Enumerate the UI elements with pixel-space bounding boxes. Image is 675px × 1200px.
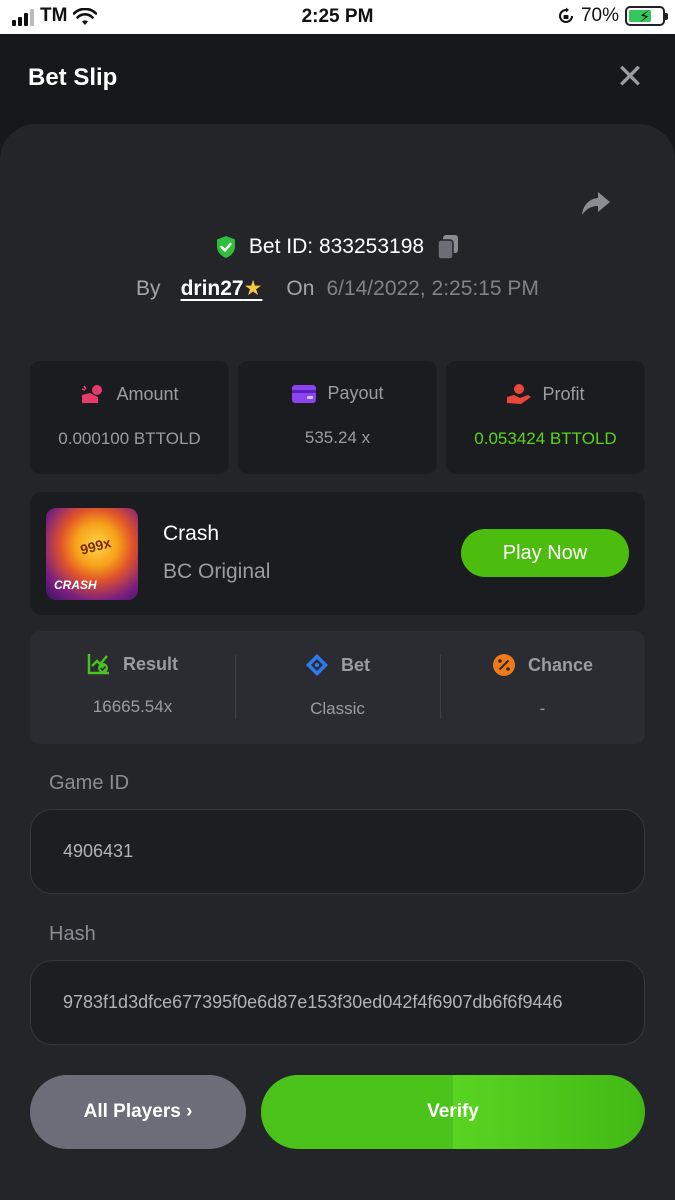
stat-amount: Amount 0.000100 BTTOLD [30, 361, 229, 474]
orientation-lock-icon [559, 7, 573, 23]
share-icon[interactable] [579, 186, 613, 220]
verify-button[interactable]: Verify [261, 1075, 645, 1149]
stat-amount-value: 0.000100 BTTOLD [58, 429, 201, 448]
detail-bet-value: Classic [310, 699, 365, 718]
play-now-button[interactable]: Play Now [461, 529, 629, 577]
stat-amount-label: Amount [30, 383, 229, 405]
charging-bolt-icon: ⚡ [639, 9, 651, 26]
shield-check-icon [216, 236, 235, 258]
all-players-label: All Players [83, 1101, 181, 1122]
profit-icon [507, 384, 532, 404]
page-title: Bet Slip [28, 64, 118, 91]
username-text: drin27 [180, 277, 244, 300]
detail-label-text: Chance [527, 654, 594, 675]
stat-profit-label: Profit [446, 383, 645, 405]
wallet-icon [292, 384, 317, 403]
status-bar: TM 2:25 PM 70% ⚡ [0, 0, 675, 34]
hash-label: Hash [49, 923, 96, 945]
copy-icon[interactable] [436, 234, 460, 260]
amount-icon [82, 385, 103, 403]
game-name: Crash [163, 522, 220, 545]
bet-details: Result 16665.54x Bet Classic Chance - [30, 631, 645, 744]
detail-result-value: 16665.54x [92, 697, 173, 716]
bet-id: Bet ID: 833253198 [248, 235, 425, 258]
stat-label-text: Payout [327, 383, 384, 403]
close-icon: ✕ [615, 58, 645, 96]
diamond-icon [305, 654, 328, 676]
detail-chance-label: Chance [440, 653, 645, 677]
on-label: On [286, 276, 315, 300]
star-badge-icon: ★ [243, 277, 263, 300]
game-id-label: Game ID [49, 772, 130, 794]
status-right: 70% ⚡ [557, 5, 668, 27]
chevron-right-icon: › [186, 1101, 193, 1122]
stat-payout: Payout 535.24 x [238, 361, 437, 474]
by-label: By [136, 276, 161, 300]
detail-label-text: Bet [340, 654, 370, 675]
hash-field[interactable]: 9783f1d3dfce677395f0e6d87e153f30ed042f4f… [30, 960, 645, 1045]
detail-bet: Bet Classic [235, 631, 440, 744]
stat-label-text: Amount [116, 383, 179, 404]
detail-label-text: Result [122, 653, 178, 674]
bet-stats: Amount 0.000100 BTTOLD Payout 535.24 x P… [30, 361, 645, 474]
battery-percent: 70% [580, 5, 619, 26]
thumbnail-crash-text: CRASH [54, 578, 97, 592]
percent-icon [492, 654, 515, 676]
game-subtitle: BC Original [163, 560, 271, 583]
detail-bet-label: Bet [235, 653, 440, 677]
stat-payout-label: Payout [238, 383, 437, 404]
bet-date: 6/14/2022, 2:25:15 PM [326, 276, 539, 300]
bet-slip-panel: Bet ID: 833253198 By drin27★ On 6/14/202… [0, 124, 675, 1200]
game-card: 999x CRASH Crash BC Original Play Now [30, 492, 645, 615]
stat-payout-value: 535.24 x [304, 428, 371, 447]
bet-id-row: Bet ID: 833253198 [0, 234, 675, 260]
thumbnail-multiplier-text: 999x [78, 534, 113, 558]
stat-label-text: Profit [542, 383, 585, 404]
game-id-field[interactable]: 4906431 [30, 809, 645, 894]
detail-chance-value: - [539, 699, 546, 718]
username-link[interactable]: drin27★ [181, 276, 263, 301]
all-players-button[interactable]: All Players › [30, 1075, 246, 1149]
bet-meta-row: By drin27★ On 6/14/2022, 2:25:15 PM [0, 276, 675, 301]
detail-result-label: Result [30, 653, 235, 675]
header: Bet Slip ✕ [0, 34, 675, 124]
battery-icon: ⚡ [625, 6, 668, 26]
detail-result: Result 16665.54x [30, 631, 235, 744]
close-button[interactable]: ✕ [615, 60, 645, 94]
stat-profit: Profit 0.053424 BTTOLD [446, 361, 645, 474]
detail-chance: Chance - [440, 631, 645, 744]
game-thumbnail[interactable]: 999x CRASH [46, 508, 138, 600]
stat-profit-value: 0.053424 BTTOLD [474, 429, 617, 448]
chart-check-icon [87, 654, 109, 675]
